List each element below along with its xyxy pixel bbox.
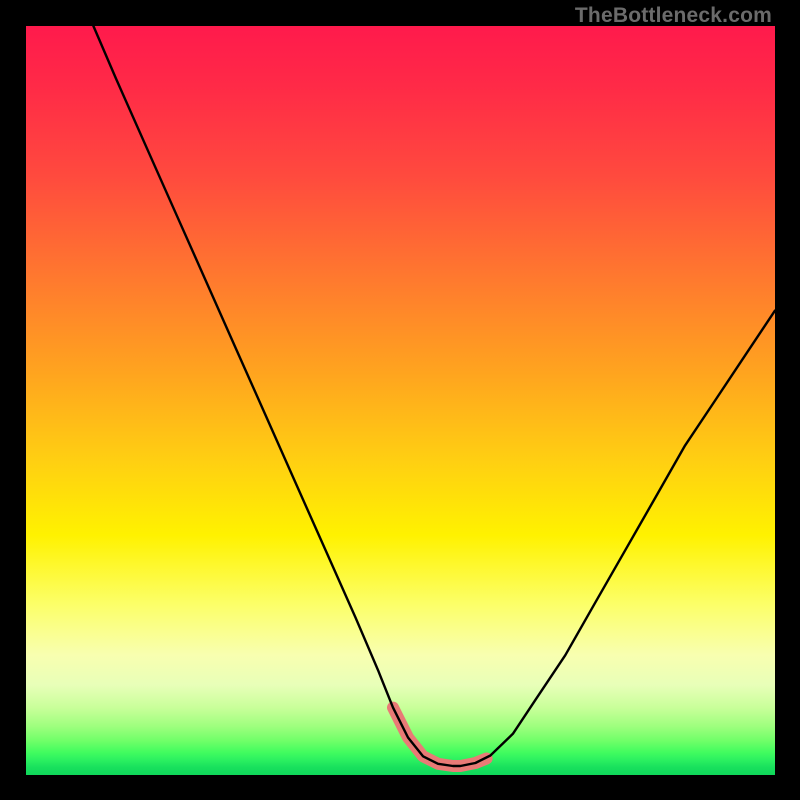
plot-area — [26, 26, 775, 775]
bottleneck-curve — [93, 26, 775, 766]
chart-frame: TheBottleneck.com — [0, 0, 800, 800]
watermark-text: TheBottleneck.com — [575, 4, 772, 28]
curve-svg — [26, 26, 775, 775]
